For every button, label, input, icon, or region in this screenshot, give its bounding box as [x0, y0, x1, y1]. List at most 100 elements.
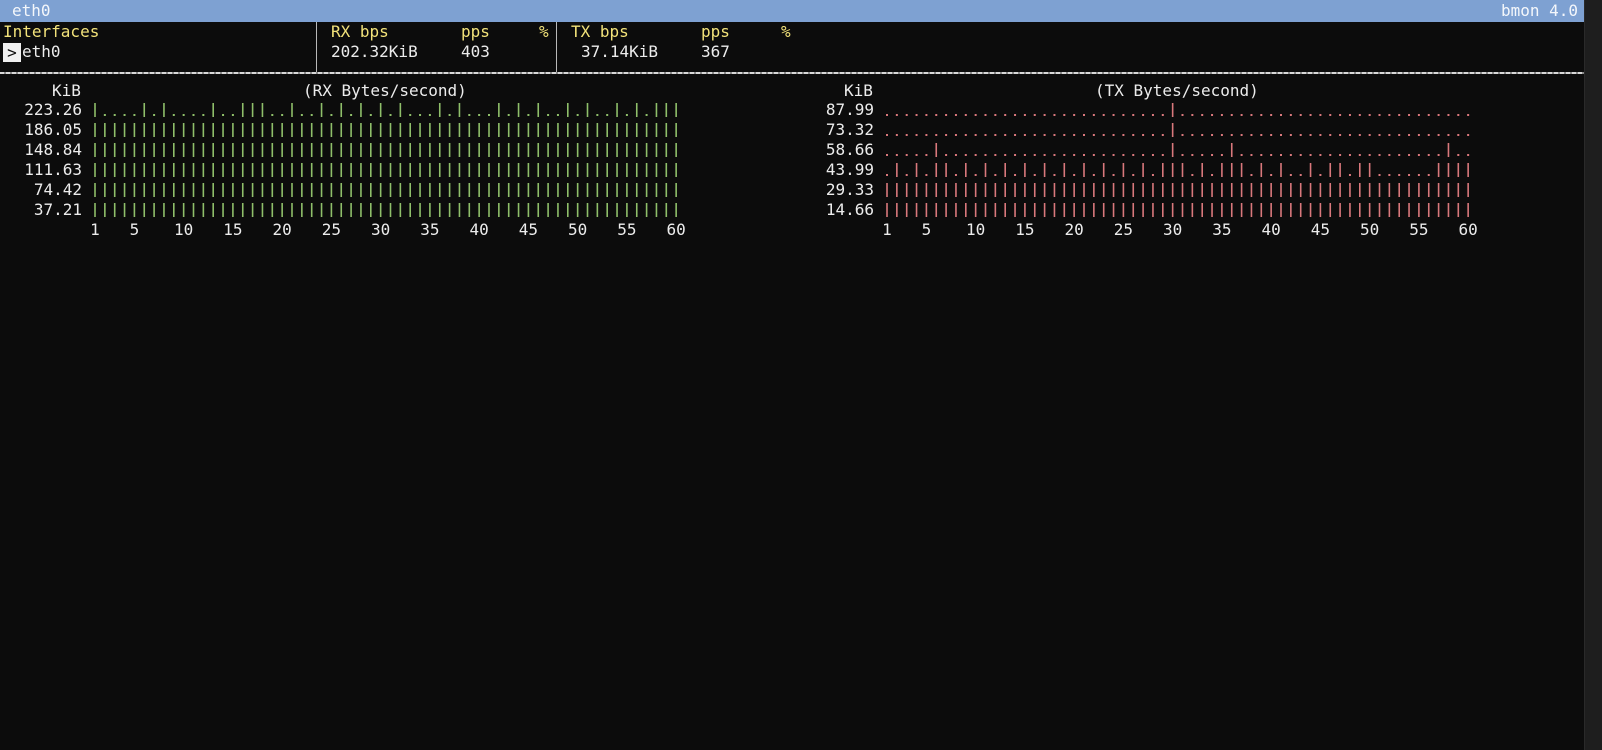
tx-empty-cell — [1191, 154, 1194, 156]
rx-x-tick-label: 15 — [223, 220, 243, 239]
tx-empty-cell — [1280, 134, 1282, 136]
rx-x-tick-label: 20 — [272, 220, 292, 239]
tx-bar-second-46 — [1329, 114, 1332, 217]
rx-bar-second-20 — [281, 114, 284, 217]
tx-bar-second-38 — [1250, 114, 1253, 217]
rx-empty-cell — [231, 114, 234, 116]
tx-empty-cell — [964, 134, 967, 136]
tx-empty-cell — [1378, 154, 1381, 156]
tx-empty-cell — [1417, 154, 1420, 156]
tx-bar-second-39 — [1260, 114, 1263, 217]
tx-empty-cell — [1299, 134, 1302, 136]
tx-empty-cell — [1280, 154, 1282, 156]
tx-empty-cell — [1309, 114, 1312, 116]
tx-x-tick-label: 10 — [966, 220, 986, 239]
tx-empty-cell — [1211, 154, 1214, 156]
tx-empty-cell — [886, 174, 888, 176]
tx-empty-cell — [1122, 154, 1125, 156]
tx-empty-cell — [1447, 134, 1450, 136]
tx-empty-cell — [1181, 154, 1184, 156]
rx-y-level-label: 186.05 — [24, 120, 82, 139]
tx-x-tick-label: 35 — [1212, 220, 1232, 239]
tx-empty-cell — [1437, 154, 1440, 156]
app-version-title: bmon 4.0 — [1500, 1, 1578, 20]
tx-empty-cell — [974, 114, 977, 116]
tx-empty-cell — [1457, 114, 1460, 116]
tx-empty-cell — [964, 114, 967, 116]
rx-bar-second-3 — [113, 114, 116, 217]
tx-empty-cell — [1417, 114, 1420, 116]
rx-bar-second-33 — [409, 114, 412, 217]
rx-empty-cell — [448, 114, 451, 116]
rx-bar-second-23 — [310, 114, 313, 217]
tx-bar-second-14 — [1014, 114, 1017, 217]
tx-bar-second-12 — [994, 114, 997, 217]
tx-empty-cell — [1151, 154, 1154, 156]
tx-empty-cell — [1417, 174, 1420, 176]
tx-empty-cell — [1004, 114, 1007, 116]
tx-bar-second-25 — [1122, 114, 1125, 217]
tx-empty-cell — [1142, 134, 1145, 136]
tx-empty-cell — [1388, 174, 1391, 176]
rx-empty-cell — [625, 114, 628, 116]
tx-empty-cell — [1270, 174, 1273, 176]
rx-y-level-label: 74.42 — [33, 180, 82, 199]
rx-bar-second-27 — [350, 114, 353, 217]
tx-empty-cell — [1063, 114, 1066, 116]
tx-empty-cell — [915, 154, 918, 156]
tx-empty-cell — [1053, 114, 1056, 116]
tx-empty-cell — [1230, 134, 1233, 136]
tx-empty-cell — [925, 114, 928, 116]
tx-empty-cell — [984, 134, 987, 136]
interface-row-eth0[interactable]: eth0 — [22, 42, 61, 62]
tx-empty-cell — [1358, 154, 1361, 156]
scrollbar[interactable] — [1584, 0, 1602, 750]
tx-bar-second-19 — [1063, 114, 1066, 217]
tx-empty-cell — [1132, 154, 1135, 156]
tx-empty-cell — [1457, 134, 1460, 136]
tx-bar-second-57 — [1437, 114, 1440, 217]
tx-empty-cell — [915, 114, 918, 116]
tx-pps-value: 367 — [701, 42, 730, 61]
tx-y-level-label: 43.99 — [825, 160, 874, 179]
tx-empty-cell — [1073, 154, 1076, 156]
tx-empty-cell — [905, 134, 908, 136]
tx-empty-cell — [1398, 174, 1401, 176]
rx-empty-cell — [478, 114, 481, 116]
tx-empty-cell — [1083, 134, 1085, 136]
tx-pps-header: pps — [701, 22, 730, 41]
tx-empty-cell — [1092, 114, 1095, 116]
tx-empty-cell — [1073, 174, 1076, 176]
rx-bar-second-14 — [222, 114, 225, 217]
tx-empty-cell — [1408, 154, 1411, 156]
tx-empty-cell — [1378, 114, 1381, 116]
tx-empty-cell — [1220, 114, 1223, 116]
tx-bar-second-2 — [895, 114, 898, 217]
tx-bar-second-51 — [1378, 114, 1381, 217]
rx-empty-cell — [330, 114, 333, 116]
tx-empty-cell — [1014, 174, 1017, 176]
tx-empty-cell — [1053, 174, 1056, 176]
rx-bar-second-2 — [103, 114, 106, 217]
tx-empty-cell — [1191, 114, 1194, 116]
tx-empty-cell — [1329, 114, 1332, 116]
tx-bar-second-53 — [1398, 114, 1401, 217]
tx-empty-cell — [1053, 154, 1056, 156]
rx-bar-second-12 — [202, 114, 205, 217]
tx-bar-second-8 — [954, 114, 957, 217]
tx-empty-cell — [1260, 134, 1263, 136]
tx-empty-cell — [1053, 134, 1056, 136]
tx-empty-cell — [1014, 114, 1017, 116]
tx-empty-cell — [1043, 154, 1046, 156]
tx-bar-second-60 — [1467, 114, 1470, 217]
tx-empty-cell — [1309, 134, 1312, 136]
rx-bar-second-47 — [547, 114, 550, 217]
tx-empty-cell — [1250, 114, 1253, 116]
tx-empty-cell — [1023, 114, 1026, 116]
tx-empty-cell — [1408, 174, 1411, 176]
tx-empty-cell — [1348, 174, 1351, 176]
rx-empty-cell — [182, 114, 185, 116]
rx-bar-second-25 — [330, 114, 333, 217]
tx-empty-cell — [945, 114, 948, 116]
tx-empty-cell — [1240, 114, 1243, 116]
